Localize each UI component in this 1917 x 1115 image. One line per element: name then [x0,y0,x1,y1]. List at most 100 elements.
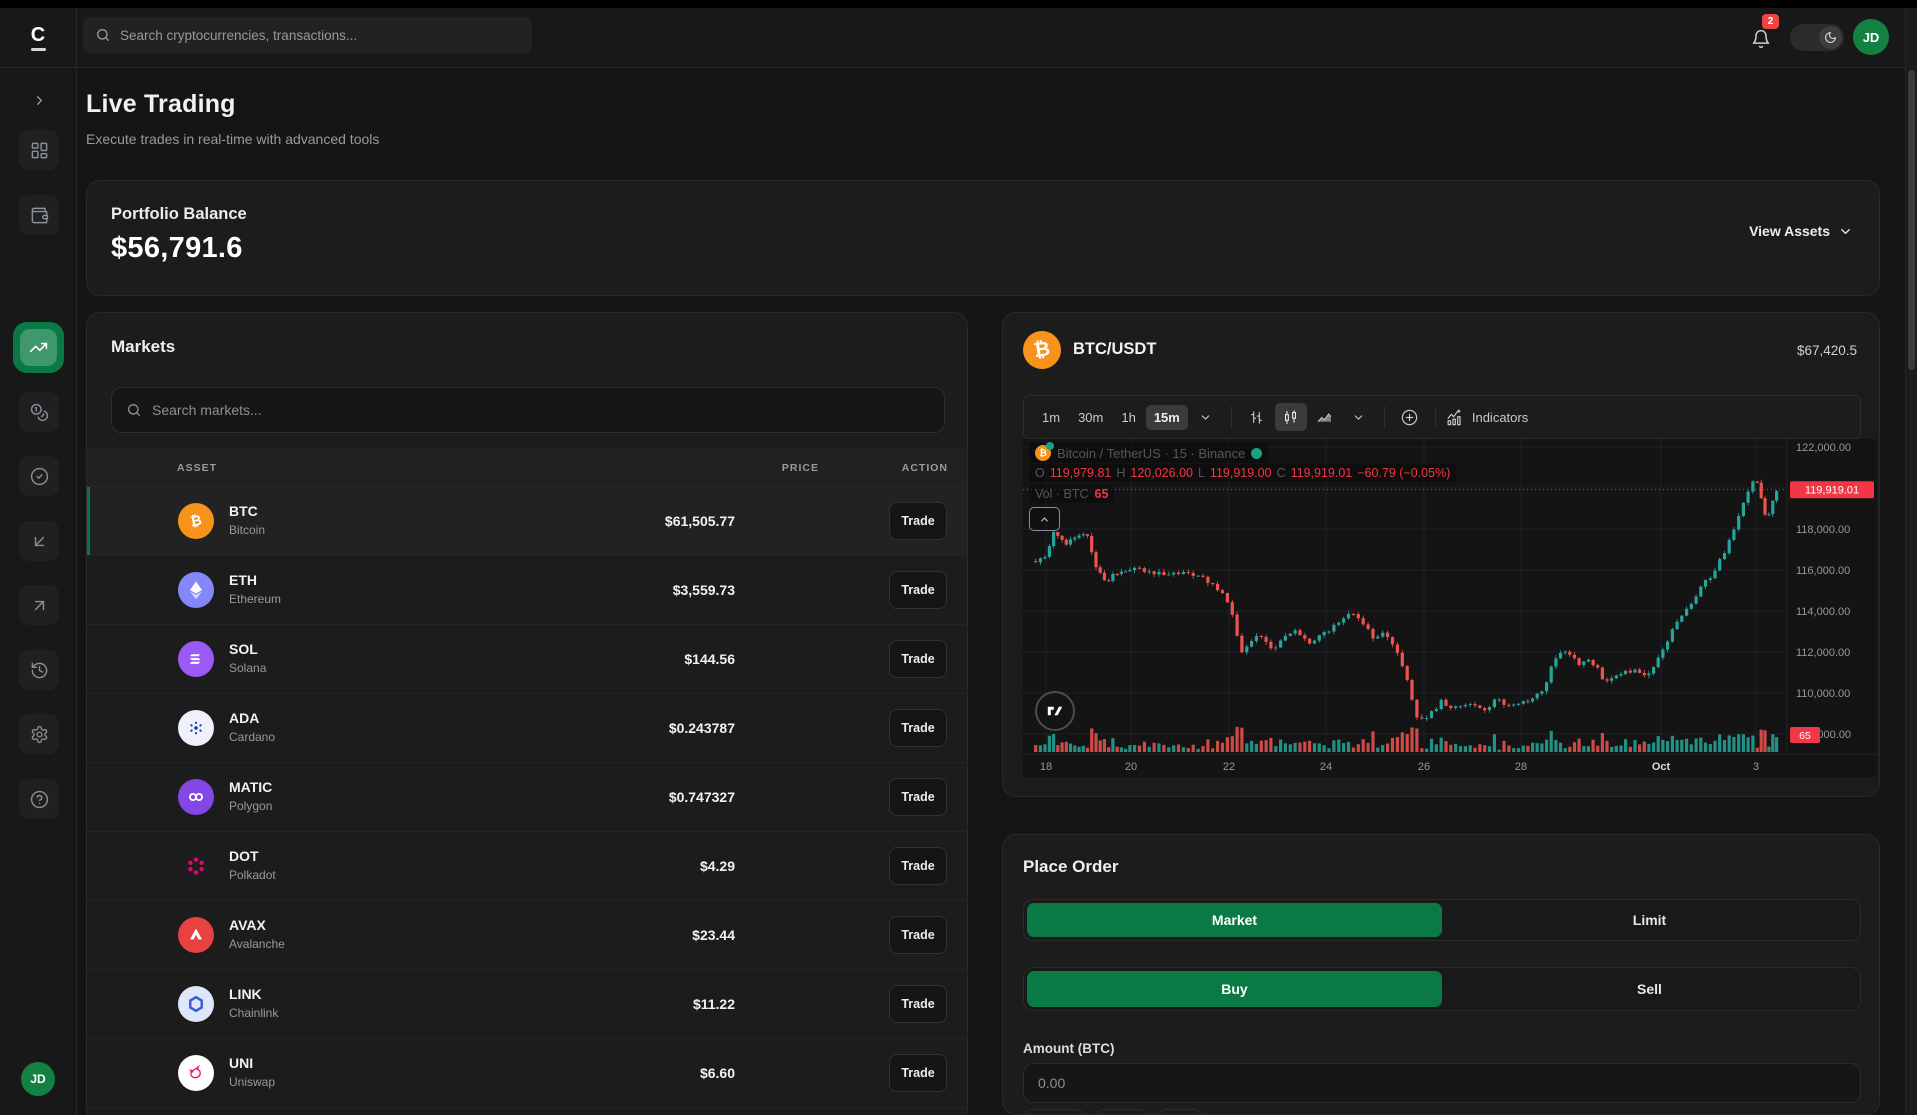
markets-rows: ₿BTCBitcoin$61,505.77TradeETHEthereum$3,… [87,487,968,1108]
trade-button[interactable]: Trade [889,985,947,1023]
trade-button[interactable]: Trade [889,640,947,678]
sidebar-avatar[interactable]: JD [21,1062,55,1096]
coins-icon [30,403,49,422]
market-row-link[interactable]: LINKChainlink$11.22Trade [87,970,968,1039]
percent-button-1[interactable] [1023,1109,1085,1115]
market-row-matic[interactable]: MATICPolygon$0.747327Trade [87,763,968,832]
global-search-input[interactable] [120,28,520,43]
page-scrollbar[interactable] [1905,8,1917,1115]
market-row-dot[interactable]: DOTPolkadot$4.29Trade [87,832,968,901]
order-type-market[interactable]: Market [1027,903,1442,937]
theme-toggle[interactable] [1790,24,1844,51]
area-chart-icon [1316,409,1333,426]
volume-readout: Vol · BTC 65 [1029,485,1114,503]
chart-legend[interactable]: ₿ Bitcoin / TetherUS · 15 · Binance [1029,443,1268,463]
interval-button-1h[interactable]: 1h [1113,405,1143,430]
sidebar-item-withdrawals[interactable] [19,585,59,625]
wallet-icon [30,206,49,225]
percent-button-3[interactable] [1158,1109,1202,1115]
view-assets-label: View Assets [1749,223,1830,239]
ohlc-readout: O119,979.81H120,026.00L119,919.00C119,91… [1029,464,1456,482]
markets-search[interactable] [111,387,945,433]
market-row-sol[interactable]: SOLSolana$144.56Trade [87,625,968,694]
sidebar-item-history[interactable] [19,650,59,690]
order-side-segment: BuySell [1023,967,1861,1011]
sidebar-item-wallet[interactable] [19,195,59,235]
indicators-label: Indicators [1472,410,1528,425]
market-row-avax[interactable]: AVAXAvalanche$23.44Trade [87,901,968,970]
order-side-sell[interactable]: Sell [1442,971,1857,1007]
sidebar-item-settings[interactable] [19,714,59,754]
place-order-title: Place Order [1023,857,1118,877]
trade-button[interactable]: Trade [889,571,947,609]
order-type-limit[interactable]: Limit [1442,903,1857,937]
markets-search-input[interactable] [152,402,930,418]
market-row-ada[interactable]: ADACardano$0.243787Trade [87,694,968,763]
tradingview-logo[interactable] [1035,691,1075,731]
market-row-btc[interactable]: ₿BTCBitcoin$61,505.77Trade [87,487,968,556]
asset-name: Cardano [229,730,275,744]
svg-text:20: 20 [1125,761,1137,773]
interval-button-15m[interactable]: 15m [1146,405,1188,430]
plus-circle-icon [1400,408,1419,427]
svg-text:Oct: Oct [1652,761,1671,773]
trade-button[interactable]: Trade [889,916,947,954]
candles-style-button[interactable] [1275,403,1307,431]
compare-button[interactable] [1394,403,1426,431]
area-style-button[interactable] [1309,403,1341,431]
interval-button-1m[interactable]: 1m [1034,405,1068,430]
trade-button[interactable]: Trade [889,847,947,885]
order-side-buy[interactable]: Buy [1027,971,1442,1007]
svg-text:26: 26 [1418,761,1430,773]
view-assets-button[interactable]: View Assets [1749,223,1853,239]
search-icon [126,402,142,418]
sidebar-item-deposits[interactable] [19,521,59,561]
asset-symbol: SOL [229,641,258,657]
eth-icon [178,572,214,608]
asset-price: $3,559.73 [673,582,735,598]
asset-name: Solana [229,661,266,675]
candlestick-chart[interactable]: 122,000.00120,000.00118,000.00116,000.00… [1023,439,1877,777]
percent-button-2[interactable] [1095,1109,1148,1115]
global-search[interactable] [83,17,532,53]
sidebar-item-orders[interactable] [19,456,59,496]
scrollbar-thumb[interactable] [1908,70,1915,370]
sidebar-item-trading-active[interactable] [13,322,64,373]
user-avatar[interactable]: JD [1853,19,1889,55]
trade-button[interactable]: Trade [889,778,947,816]
help-circle-icon [30,790,49,809]
interval-button-30m[interactable]: 30m [1070,405,1111,430]
asset-symbol: AVAX [229,917,266,933]
indicators-icon [1445,408,1464,427]
toolbar-divider [1231,406,1232,428]
trade-button[interactable]: Trade [889,709,947,747]
dot-icon [178,848,214,884]
amount-input[interactable] [1038,1075,1846,1091]
asset-name: Chainlink [229,1006,278,1020]
market-row-uni[interactable]: UNIUniswap$6.60Trade [87,1039,968,1108]
trade-button[interactable]: Trade [889,502,947,540]
bars-style-button[interactable] [1241,403,1273,431]
check-circle-icon [30,467,49,486]
header: C 2 JD [0,8,1917,68]
style-dropdown-button[interactable] [1343,403,1375,431]
sidebar-item-help[interactable] [19,779,59,819]
sidebar-item-assets[interactable] [19,392,59,432]
market-row-eth[interactable]: ETHEthereum$3,559.73Trade [87,556,968,625]
sidebar-expand-button[interactable] [26,87,52,113]
chart-canvas[interactable]: 122,000.00120,000.00118,000.00116,000.00… [1023,439,1877,777]
notification-badge: 2 [1762,14,1779,29]
asset-price: $6.60 [700,1065,735,1081]
sidebar-item-dashboard[interactable] [19,130,59,170]
amount-field[interactable] [1023,1063,1861,1103]
interval-dropdown-button[interactable] [1190,403,1222,431]
page-title: Live Trading [86,90,236,119]
asset-symbol: ADA [229,710,259,726]
legend-collapse-button[interactable] [1029,507,1060,531]
trade-button[interactable]: Trade [889,1054,947,1092]
ohlc-value: 120,026.00 [1130,466,1193,480]
volume-layer [1034,727,1778,752]
indicators-button[interactable]: Indicators [1445,408,1528,427]
asset-price: $61,505.77 [665,513,735,529]
app-logo[interactable]: C [0,8,77,68]
